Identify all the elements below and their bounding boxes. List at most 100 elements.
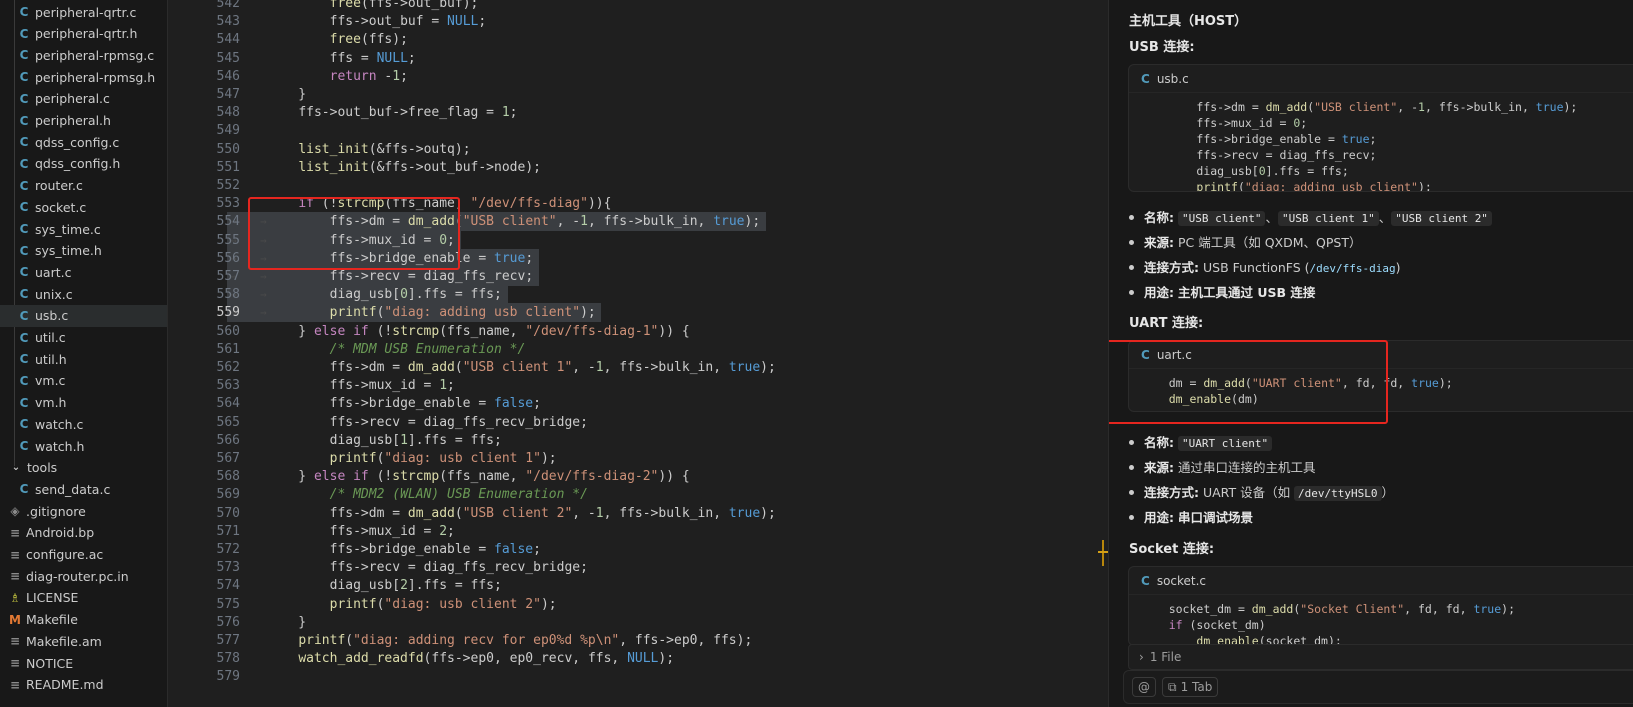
- sidebar-item-watch-h[interactable]: Cwatch.h: [0, 435, 167, 457]
- tab-context-button[interactable]: ⧉ 1 Tab: [1162, 677, 1219, 697]
- code-line[interactable]: → → 559 printf("diag: adding usb client");: [168, 303, 1108, 323]
- sidebar-item-send-data-c[interactable]: Csend_data.c: [0, 478, 167, 500]
- line-number: 573: [216, 560, 240, 576]
- code-line[interactable]: 547 }: [168, 85, 1108, 104]
- code-line[interactable]: 565 ffs->recv = diag_ffs_recv_bridge;: [168, 413, 1108, 432]
- gitignore-icon: ◈: [10, 504, 20, 519]
- code-line[interactable]: 545 ffs = NULL;: [168, 49, 1108, 68]
- uart-card-header[interactable]: Cuart.c: [1129, 341, 1633, 369]
- code-line[interactable]: → → 556 ffs->bridge_enable = true;: [168, 248, 1108, 268]
- sidebar-item-makefile-am[interactable]: ≡ Makefile.am: [0, 630, 167, 652]
- sidebar-item-peripheral-rpmsg-c[interactable]: Cperipheral-rpmsg.c: [0, 44, 167, 66]
- code-line[interactable]: 542 free(ffs->out_buf);: [168, 0, 1108, 13]
- line-number: 569: [216, 487, 240, 503]
- code-text: printf("diag: usb client 2");: [329, 596, 557, 612]
- code-line[interactable]: 552: [168, 176, 1108, 195]
- sidebar-item-util-c[interactable]: Cutil.c: [0, 327, 167, 349]
- code-line[interactable]: 543 ffs->out_buf = NULL;: [168, 12, 1108, 31]
- code-line[interactable]: 569 /* MDM2 (WLAN) USB Enumeration */: [168, 485, 1108, 504]
- code-line[interactable]: 578 watch_add_readfd(ffs->ep0, ep0_recv,…: [168, 649, 1108, 668]
- snippet-line: ffs->bridge_enable = true;: [1196, 132, 1377, 146]
- sidebar-item-peripheral-qrtr-c[interactable]: Cperipheral-qrtr.c: [0, 1, 167, 23]
- socket-card-header[interactable]: Csocket.c: [1129, 567, 1633, 595]
- line-number: 545: [216, 50, 240, 66]
- sidebar-item-sys-time-h[interactable]: Csys_time.h: [0, 240, 167, 262]
- files-changed-bar[interactable]: › 1 File: [1128, 644, 1633, 670]
- sidebar-item-android-bp[interactable]: ≡ Android.bp: [0, 522, 167, 544]
- code-line[interactable]: 574 diag_usb[2].ffs = ffs;: [168, 576, 1108, 595]
- code-text: return -1;: [329, 68, 408, 84]
- sidebar-item-label: Makefile: [26, 612, 78, 628]
- sidebar-item-usb-c[interactable]: Cusb.c: [0, 304, 167, 327]
- code-line[interactable]: 572 ffs->bridge_enable = false;: [168, 540, 1108, 559]
- code-line[interactable]: 553 if (!strcmp(ffs_name, "/dev/ffs-diag…: [168, 194, 1108, 213]
- sidebar-item-peripheral-qrtr-h[interactable]: Cperipheral-qrtr.h: [0, 23, 167, 45]
- code-line[interactable]: 562 ffs->dm = dm_add("USB client 1", -1,…: [168, 358, 1108, 377]
- code-line[interactable]: 548 ffs->out_buf->free_flag = 1;: [168, 103, 1108, 122]
- line-number: 571: [216, 523, 240, 539]
- line-number: 561: [216, 341, 240, 357]
- c-file-icon: C: [19, 48, 29, 63]
- sidebar-item-peripheral-h[interactable]: Cperipheral.h: [0, 110, 167, 132]
- snippet-line: socket_dm = dm_add("Socket Client", fd, …: [1168, 602, 1515, 616]
- line-number: 572: [216, 542, 240, 557]
- sidebar-item-label: send_data.c: [35, 481, 111, 497]
- sidebar-item-diag-router-pc-in[interactable]: ≡ diag-router.pc.in: [0, 565, 167, 587]
- code-line[interactable]: 551 list_init(&ffs->out_buf->node);: [168, 158, 1108, 177]
- line-number: 556: [216, 250, 240, 266]
- code-line[interactable]: 576 }: [168, 613, 1108, 632]
- code-line[interactable]: 563 ffs->mux_id = 1;: [168, 376, 1108, 395]
- sidebar-item-vm-h[interactable]: Cvm.h: [0, 392, 167, 414]
- code-line[interactable]: → → 558 diag_usb[0].ffs = ffs;: [168, 285, 1108, 305]
- sidebar-item-peripheral-rpmsg-h[interactable]: Cperipheral-rpmsg.h: [0, 66, 167, 88]
- code-line[interactable]: 564 ffs->bridge_enable = false;: [168, 394, 1108, 413]
- sidebar-item-notice[interactable]: ≡ NOTICE: [0, 652, 167, 674]
- code-line[interactable]: 571 ffs->mux_id = 2;: [168, 522, 1108, 541]
- code-line[interactable]: 544 free(ffs);: [168, 30, 1108, 49]
- sidebar-item-unix-c[interactable]: Cunix.c: [0, 283, 167, 305]
- sidebar-item-socket-c[interactable]: Csocket.c: [0, 196, 167, 218]
- code-line[interactable]: 567 printf("diag: usb client 1");: [168, 449, 1108, 468]
- sidebar-item-sys-time-c[interactable]: Csys_time.c: [0, 218, 167, 240]
- mention-button[interactable]: @: [1132, 677, 1156, 697]
- code-line[interactable]: 566 diag_usb[1].ffs = ffs;: [168, 431, 1108, 450]
- sidebar-item-configure-ac[interactable]: ≡ configure.ac: [0, 544, 167, 566]
- code-line[interactable]: → → 557 ffs->recv = diag_ffs_recv;: [168, 267, 1108, 286]
- line-number: 553: [216, 196, 240, 212]
- code-line[interactable]: → → 555 ffs->mux_id = 0;: [168, 230, 1108, 250]
- code-line[interactable]: 546 return -1;: [168, 67, 1108, 86]
- code-line[interactable]: 568 } else if (!strcmp(ffs_name, "/dev/f…: [168, 467, 1108, 486]
- sidebar-item-makefile[interactable]: M Makefile: [0, 609, 167, 631]
- sidebar-item-readme-md[interactable]: ≡ README.md: [0, 674, 167, 696]
- whitespace-marker: →: [260, 270, 267, 283]
- sidebar-item-tools[interactable]: ⌄ tools: [0, 457, 167, 479]
- chat-context-bar[interactable]: @ ⧉ 1 Tab: [1123, 670, 1633, 704]
- line-number: 546: [216, 68, 240, 84]
- code-line[interactable]: 570 ffs->dm = dm_add("USB client 2", -1,…: [168, 504, 1108, 523]
- sidebar-item-util-h[interactable]: Cutil.h: [0, 348, 167, 370]
- usb-card-header[interactable]: Cusb.c: [1129, 65, 1633, 93]
- code-line[interactable]: 550 list_init(&ffs->outq);: [168, 140, 1108, 159]
- sidebar-item-qdss-config-h[interactable]: Cqdss_config.h: [0, 153, 167, 175]
- code-line[interactable]: → → 554 ffs->dm = dm_add("USB client", -1,…: [168, 212, 1108, 232]
- sidebar-item-watch-c[interactable]: Cwatch.c: [0, 413, 167, 435]
- code-line[interactable]: 549: [168, 121, 1108, 140]
- code-line[interactable]: 575 printf("diag: usb client 2");: [168, 595, 1108, 614]
- code-line[interactable]: 579: [168, 667, 1108, 686]
- code-text: ffs->mux_id = 2;: [329, 523, 455, 539]
- code-editor[interactable]: 542 free(ffs->out_buf); 543 ffs->out_buf …: [168, 0, 1108, 707]
- code-line[interactable]: 560 } else if (!strcmp(ffs_name, "/dev/f…: [168, 322, 1108, 341]
- minimap-marker[interactable]: [1098, 540, 1108, 566]
- code-text: ffs->mux_id = 1;: [329, 378, 455, 394]
- sidebar-item-gitignore[interactable]: ◈ .gitignore: [0, 500, 167, 522]
- code-line[interactable]: 573 ffs->recv = diag_ffs_recv_bridge;: [168, 558, 1108, 577]
- sidebar-item-router-c[interactable]: Crouter.c: [0, 175, 167, 197]
- sidebar-item-vm-c[interactable]: Cvm.c: [0, 370, 167, 392]
- uart-use-item: 用途: 串口调试场景: [1129, 507, 1253, 526]
- code-line[interactable]: 561 /* MDM USB Enumeration */: [168, 340, 1108, 359]
- sidebar-item-peripheral-c[interactable]: Cperipheral.c: [0, 88, 167, 110]
- sidebar-item-license[interactable]: ♗ LICENSE: [0, 587, 167, 609]
- sidebar-item-uart-c[interactable]: Cuart.c: [0, 261, 167, 283]
- code-line[interactable]: 577 printf("diag: adding recv for ep0%d …: [168, 631, 1108, 650]
- sidebar-item-qdss-config-c[interactable]: Cqdss_config.c: [0, 131, 167, 153]
